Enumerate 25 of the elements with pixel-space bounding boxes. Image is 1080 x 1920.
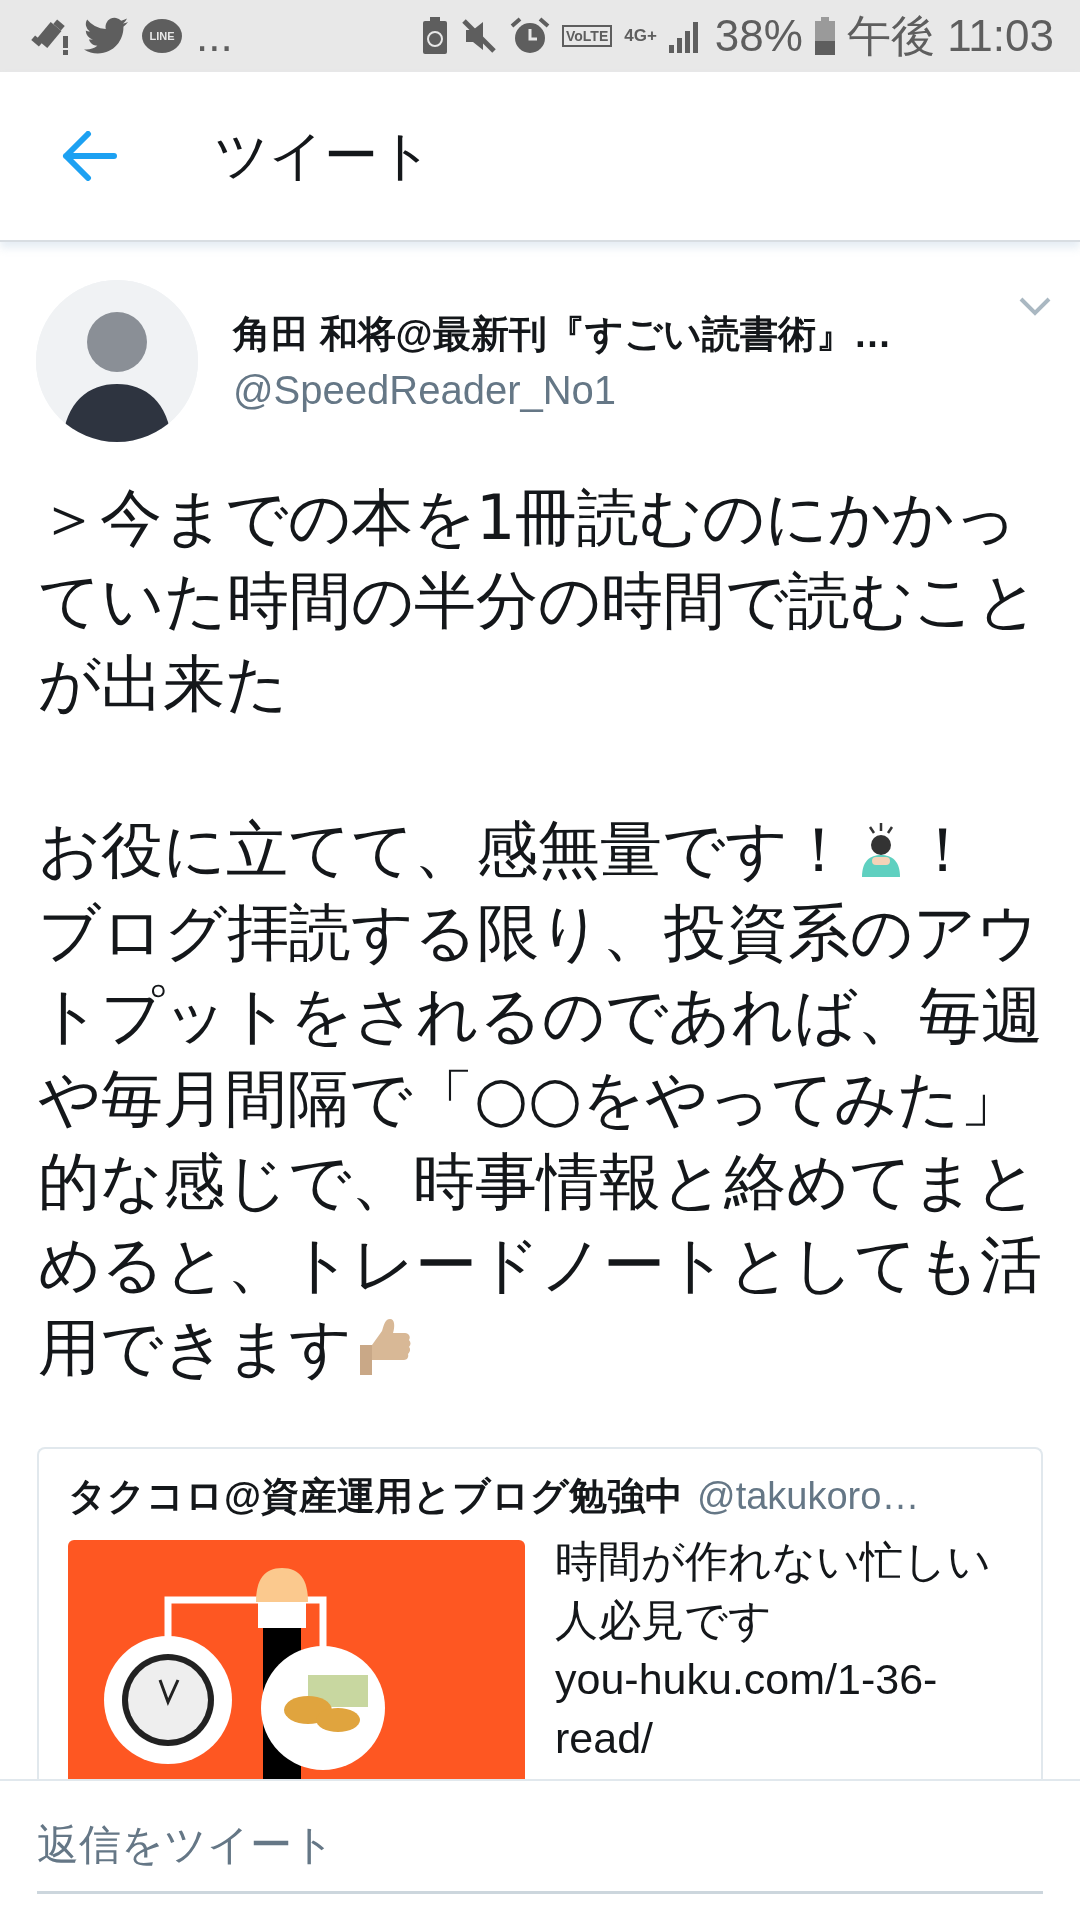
data-label: 4G+: [624, 26, 657, 46]
author-handle[interactable]: @SpeedReader_No1: [233, 368, 892, 413]
tweet-text: ！: [912, 812, 974, 888]
chat-app-badge: LINE: [142, 19, 182, 53]
battery-icon: [814, 17, 835, 55]
clock-time: 午後 11:03: [846, 9, 1054, 62]
mute-icon: [459, 17, 498, 55]
tweet-text: お役に立てて、感無量です！: [38, 812, 850, 888]
tweet-text: ブログ拝読する限り、投資系のアウトプットをされるのであれば、毎週や毎月間隔で「○○をやってみた」的な感じで、時事情報と絡めてまとめると、トレードノートとしても活: [38, 895, 1044, 1303]
author-name[interactable]: 角田 和将@最新刊『すごい読書術』…: [233, 309, 892, 360]
tweet-text: 用できます: [38, 1310, 352, 1386]
battery-saver-icon: [421, 17, 448, 55]
quoted-author-handle: @takukoro…: [697, 1475, 920, 1518]
network-label: VoLTE: [561, 25, 613, 47]
tweet-text: ＞今までの本を1冊読むのにかかっていた時間の半分の時間で読むことが出来た: [38, 480, 1040, 722]
more-notifications: ...: [196, 11, 233, 61]
battery-percent: 38%: [714, 11, 803, 61]
reply-field[interactable]: 返信をツイート: [37, 1803, 1043, 1894]
link-url[interactable]: you-huku.com/1-36-read/: [555, 1650, 1025, 1768]
chevron-down-icon[interactable]: [1018, 296, 1052, 316]
quoted-author-name: タクコロ@資産運用とブログ勉強中: [68, 1474, 684, 1519]
bird-icon: [84, 17, 128, 55]
alarm-icon: [509, 16, 550, 56]
back-arrow-icon: [62, 131, 118, 181]
page-title: ツイート: [214, 123, 433, 187]
